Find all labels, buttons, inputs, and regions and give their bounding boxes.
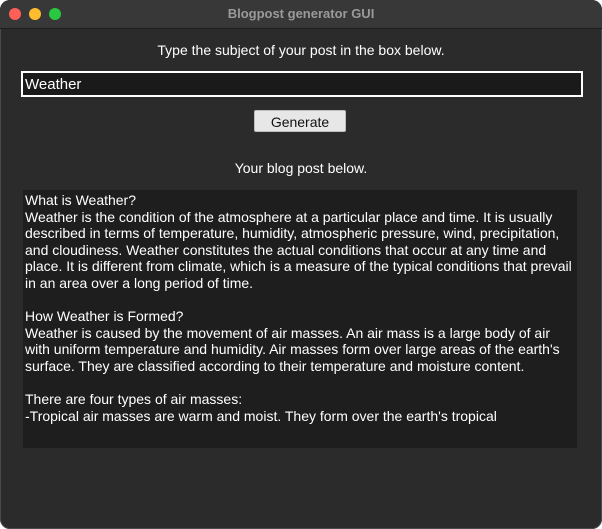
generate-button[interactable]: Generate — [254, 110, 346, 132]
output-label: Your blog post below. — [234, 160, 368, 176]
blog-post-textarea[interactable]: What is Weather? Weather is the conditio… — [23, 190, 577, 448]
title-bar[interactable]: Blogpost generator GUI — [0, 0, 602, 29]
window-title: Blogpost generator GUI — [227, 6, 375, 21]
app-window: Blogpost generator GUI Type the subject … — [0, 0, 602, 529]
subject-input[interactable] — [21, 71, 583, 97]
blog-post-text[interactable]: What is Weather? Weather is the conditio… — [23, 190, 577, 424]
subject-instruction-label: Type the subject of your post in the box… — [157, 42, 445, 58]
